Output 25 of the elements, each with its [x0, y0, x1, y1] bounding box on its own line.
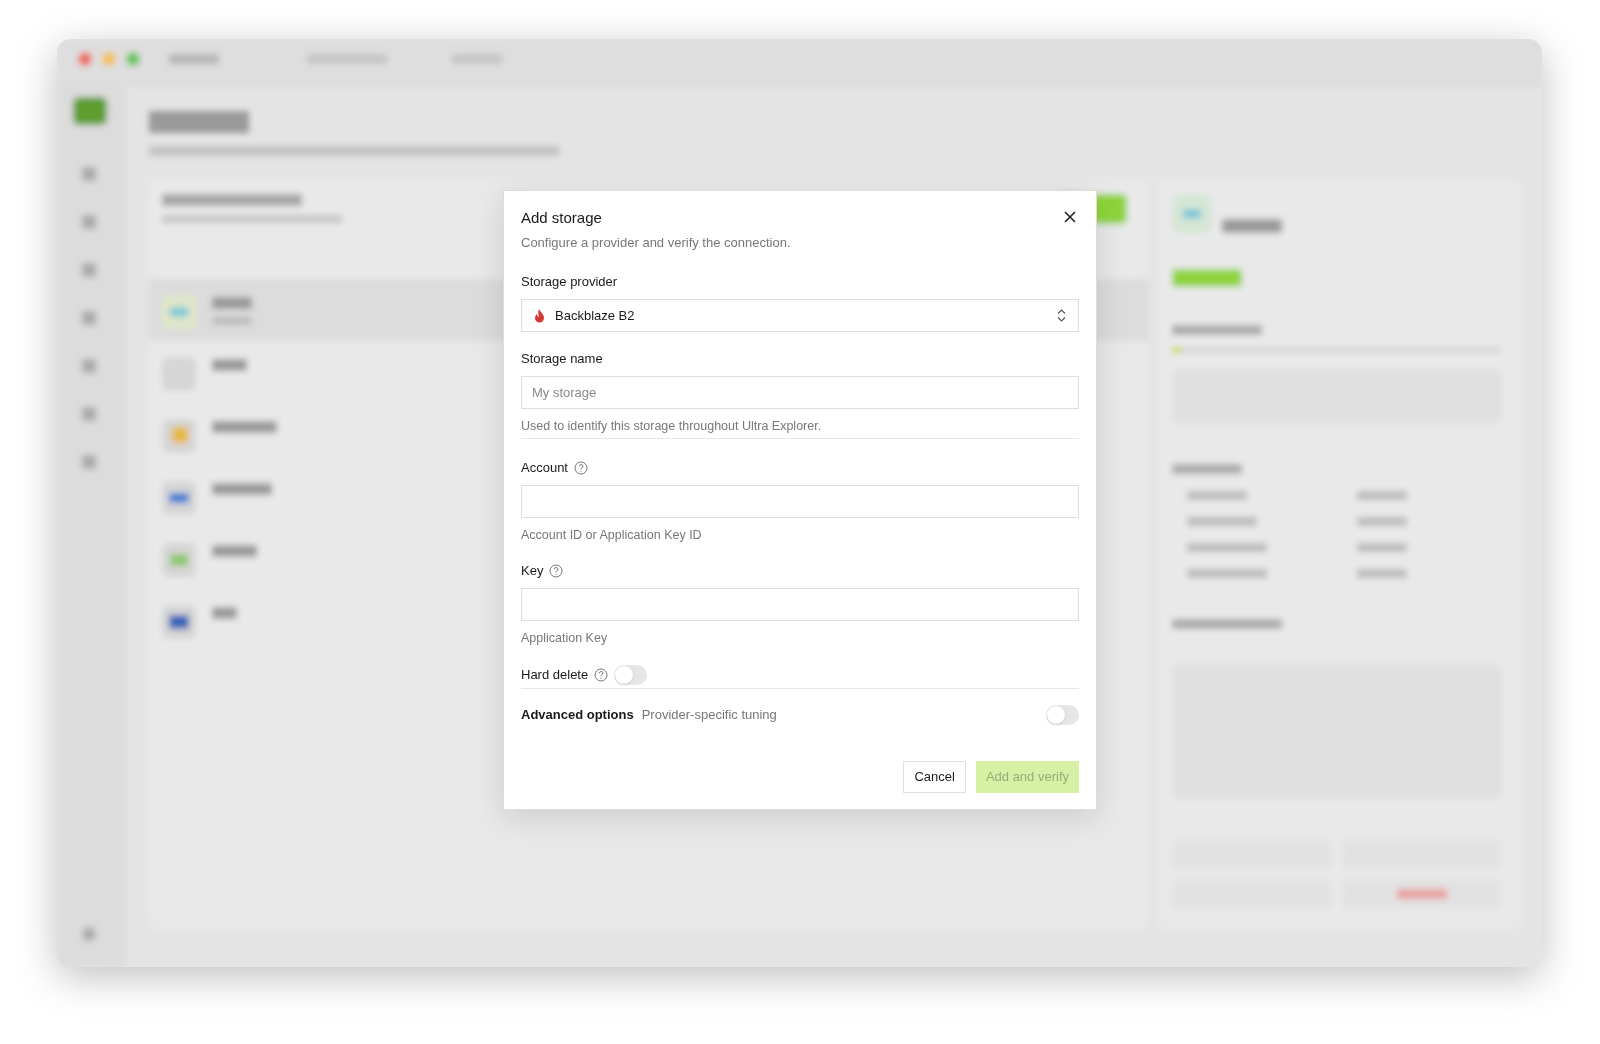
close-icon — [1064, 211, 1076, 223]
helper-text: Application Key — [521, 630, 609, 647]
help-icon[interactable] — [574, 461, 588, 475]
field-label: Storage name — [521, 350, 603, 368]
advanced-options-description: Provider-specific tuning — [641, 706, 778, 725]
provider-select[interactable]: Backblaze B2 — [521, 299, 1079, 332]
helper-text: Account ID or Application Key ID — [521, 527, 703, 544]
field-label: Key — [521, 562, 544, 580]
field-label: Account — [521, 459, 568, 477]
helper-text: Used to identify this storage throughout Ultra Explorer. — [521, 418, 823, 435]
text-field[interactable] — [521, 588, 1079, 621]
advanced-options-label: Advanced options — [521, 706, 634, 725]
text-field[interactable]: My storage — [521, 376, 1079, 409]
dialog-subtitle: Configure a provider and verify the connection. — [521, 234, 792, 252]
text-field[interactable] — [521, 485, 1079, 518]
dialog-title: Add storage — [521, 208, 602, 228]
flame-icon — [534, 308, 545, 323]
chevron-up-down-icon — [1057, 309, 1066, 322]
help-icon[interactable] — [594, 668, 609, 682]
cancel-button[interactable]: Cancel — [903, 761, 966, 793]
toggle-switch[interactable] — [1046, 705, 1079, 725]
field-label: Storage provider — [521, 273, 618, 291]
field-label: Hard delete — [521, 666, 589, 684]
toggle-switch[interactable] — [614, 665, 648, 685]
help-icon[interactable] — [549, 564, 564, 578]
